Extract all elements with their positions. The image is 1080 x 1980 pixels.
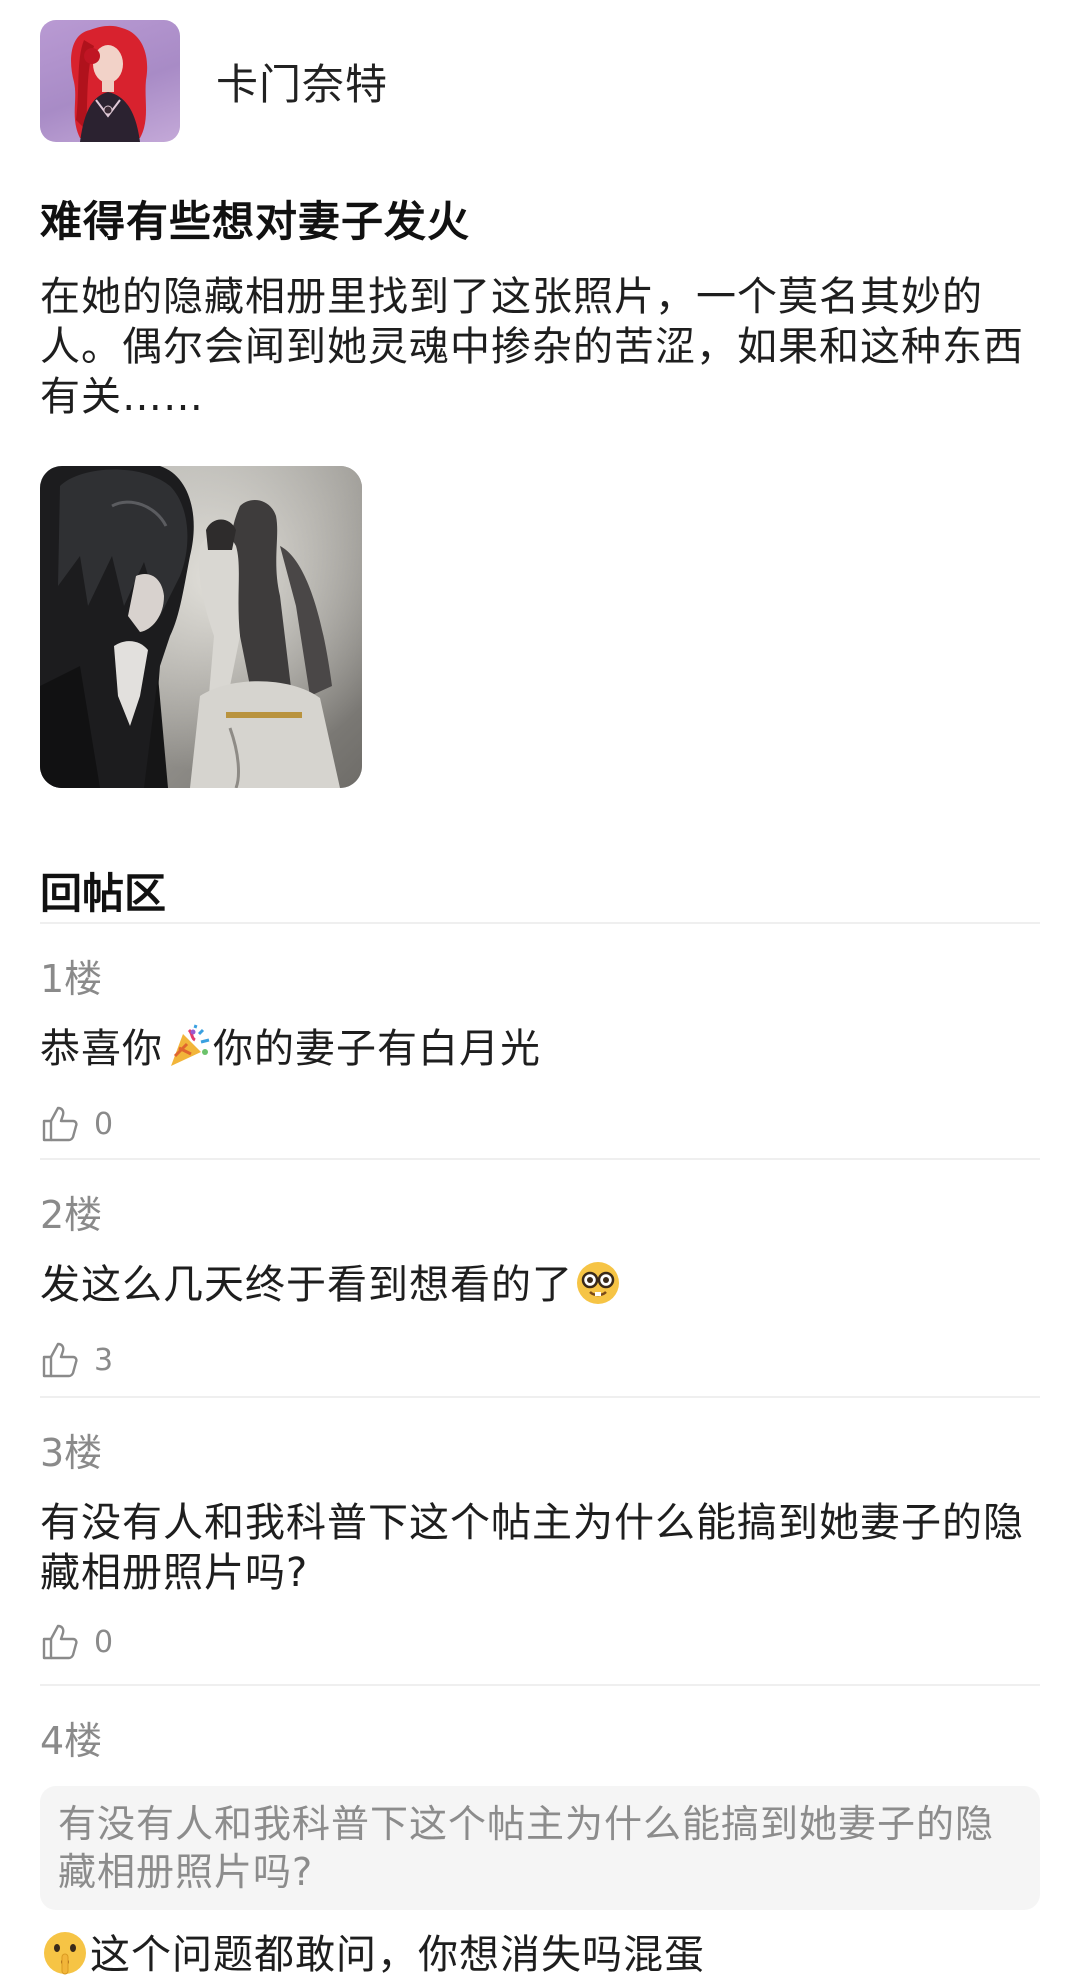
reply-text-part: 这个问题都敢问，你想消失吗混蛋 <box>90 1932 705 1978</box>
like-button[interactable]: 0 <box>40 1102 1040 1146</box>
character-avatar-icon <box>71 25 148 142</box>
floor-label: 2楼 <box>40 1193 103 1237</box>
reply-text: 发这么几天终于看到想看的了 <box>40 1260 1040 1310</box>
divider <box>40 1158 1040 1160</box>
floor-label: 3楼 <box>40 1431 103 1475</box>
quoted-reply[interactable]: 有没有人和我科普下这个帖主为什么能搞到她妻子的隐藏相册照片吗? <box>40 1786 1040 1910</box>
reply-text-part: 恭喜你 <box>40 1026 163 1072</box>
like-button[interactable]: 3 <box>40 1338 1040 1382</box>
divider <box>40 1396 1040 1398</box>
post-title: 难得有些想对妻子发火 <box>40 197 471 246</box>
replies-section-title: 回帖区 <box>40 869 167 918</box>
reply-text: 这个问题都敢问，你想消失吗混蛋 <box>40 1930 1040 1980</box>
reply-floor-3: 3楼 有没有人和我科普下这个帖主为什么能搞到她妻子的隐藏相册照片吗? 0 <box>40 1430 1040 1664</box>
thumbs-up-icon <box>42 1624 78 1660</box>
post-image[interactable] <box>40 466 362 788</box>
divider <box>40 1684 1040 1686</box>
nerd-face-icon <box>577 1262 619 1304</box>
reply-text: 有没有人和我科普下这个帖主为什么能搞到她妻子的隐藏相册照片吗? <box>40 1500 1024 1596</box>
party-popper-icon <box>171 1024 210 1066</box>
author-row[interactable]: 卡门奈特 <box>40 20 1040 142</box>
thumbs-up-icon <box>42 1106 78 1142</box>
reply-floor-4: 4楼 有没有人和我科普下这个帖主为什么能搞到她妻子的隐藏相册照片吗? 这个问题都… <box>40 1718 1040 1980</box>
like-button[interactable]: 0 <box>40 1620 1040 1664</box>
anime-artwork-thumbnail-icon <box>40 466 362 788</box>
author-name[interactable]: 卡门奈特 <box>216 51 388 112</box>
reply-floor-2: 2楼 发这么几天终于看到想看的了 3 <box>40 1192 1040 1382</box>
like-count: 0 <box>94 1624 114 1660</box>
reply-text: 恭喜你 你的妻子有白月光 <box>40 1024 1040 1074</box>
reply-text-part: 你的妻子有白月光 <box>213 1026 541 1072</box>
post-body: 在她的隐藏相册里找到了这张照片，一个莫名其妙的人。偶尔会闻到她灵魂中掺杂的苦涩，… <box>40 274 1024 420</box>
like-count: 3 <box>94 1342 114 1378</box>
reply-text-part: 发这么几天终于看到想看的了 <box>40 1262 573 1308</box>
floor-label: 1楼 <box>40 957 103 1001</box>
avatar[interactable] <box>40 20 180 142</box>
thumbs-up-icon <box>42 1342 78 1378</box>
divider <box>40 922 1040 924</box>
floor-label: 4楼 <box>40 1719 103 1763</box>
shushing-face-icon <box>44 1932 86 1975</box>
like-count: 0 <box>94 1106 114 1142</box>
reply-floor-1: 1楼 恭喜你 你的妻子有白月光 0 <box>40 956 1040 1146</box>
